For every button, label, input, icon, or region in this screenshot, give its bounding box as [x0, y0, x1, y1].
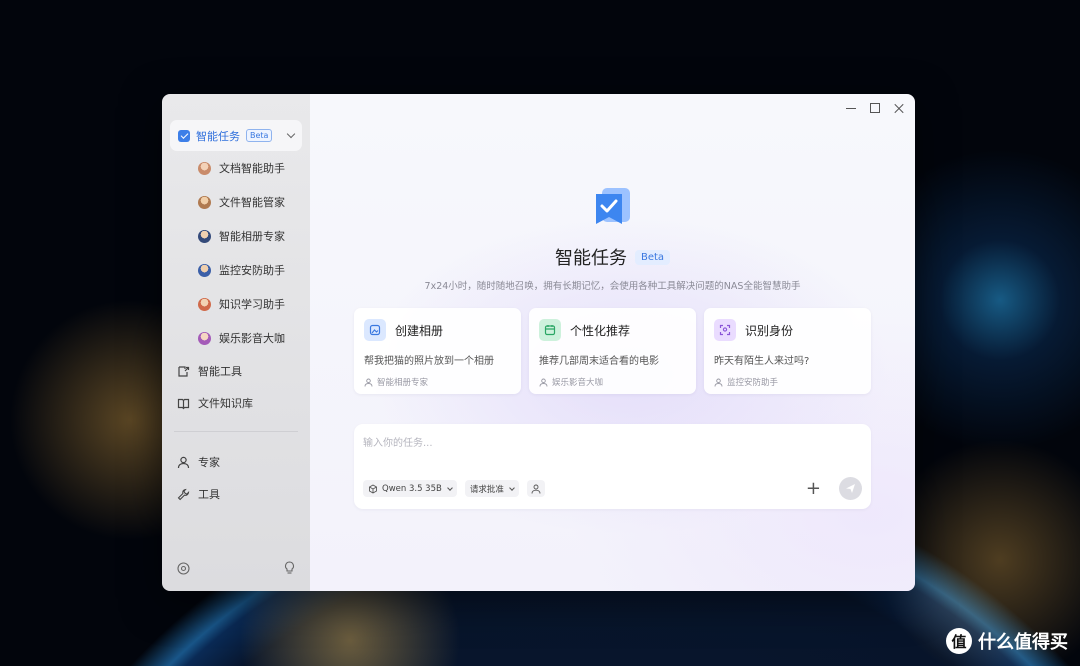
calendar-icon [539, 319, 561, 341]
sidebar-item-knowledge-base[interactable]: 文件知识库 [162, 387, 310, 419]
task-input[interactable]: 输入你的任务... [363, 434, 862, 449]
avatar [198, 331, 211, 345]
task-input-box[interactable]: 输入你的任务... Qwen 3.5 35B 请求批准 + [354, 424, 871, 509]
watermark-text: 什么值得买 [978, 632, 1068, 653]
hero-title-row: 智能任务 Beta [310, 244, 915, 270]
input-toolbar: Qwen 3.5 35B 请求批准 + [363, 477, 862, 500]
card-personal-recommend[interactable]: 个性化推荐 推荐几部周末适合看的电影 娱乐影音大咖 [529, 308, 696, 394]
card-identify[interactable]: 识别身份 昨天有陌生人来过吗? 监控安防助手 [704, 308, 871, 394]
window-controls [845, 102, 905, 114]
sidebar-item-label: 工具 [198, 488, 220, 501]
sidebar-divider [174, 431, 298, 432]
app-window: 智能任务 Beta 文档智能助手 文件智能管家 智能相册专家 监控安防助手 知识… [162, 94, 915, 591]
agent-picker-button[interactable] [526, 480, 545, 497]
watermark-logo: 值 [946, 628, 972, 654]
face-scan-icon [714, 319, 736, 341]
sidebar-item-label: 智能相册专家 [219, 230, 285, 243]
card-create-album[interactable]: 创建相册 帮我把猫的照片放到一个相册 智能相册专家 [354, 308, 521, 394]
card-head: 识别身份 [714, 319, 861, 341]
card-agent-name: 监控安防助手 [727, 378, 779, 388]
maximize-icon[interactable] [869, 102, 881, 114]
suggestion-cards: 创建相册 帮我把猫的照片放到一个相册 智能相册专家 个性化推荐 推荐几部周末适合… [354, 308, 871, 394]
page-subtitle: 7x24小时，随时随地召唤，拥有长期记忆，会使用各种工具解决问题的NAS全能智慧… [424, 281, 801, 292]
avatar [198, 263, 211, 277]
sidebar-item-label: 娱乐影音大咖 [219, 332, 285, 345]
card-title: 创建相册 [395, 323, 444, 338]
card-head: 个性化推荐 [539, 319, 686, 341]
approval-selector[interactable]: 请求批准 [464, 480, 519, 497]
settings-icon[interactable] [177, 560, 190, 579]
person-icon [714, 378, 723, 387]
card-meta: 监控安防助手 [714, 376, 861, 388]
task-check-icon [178, 129, 190, 142]
approval-label: 请求批准 [469, 484, 504, 495]
sidebar-item-file-manager[interactable]: 文件智能管家 [162, 185, 310, 219]
sidebar-item-smart-tools[interactable]: 智能工具 [162, 355, 310, 387]
avatar [198, 297, 211, 311]
wrench-icon [177, 488, 190, 501]
tool-share-icon [177, 365, 190, 378]
card-agent-name: 智能相册专家 [377, 378, 429, 388]
sidebar-item-album-expert[interactable]: 智能相册专家 [162, 219, 310, 253]
sidebar-item-experts[interactable]: 专家 [162, 446, 310, 478]
sidebar-item-doc-assistant[interactable]: 文档智能助手 [162, 151, 310, 185]
sidebar-item-label: 智能工具 [198, 365, 242, 378]
page-title: 智能任务 [554, 248, 627, 269]
minimize-icon[interactable] [845, 102, 857, 114]
main-panel: 智能任务 Beta 7x24小时，随时随地召唤，拥有长期记忆，会使用各种工具解决… [310, 94, 915, 591]
sidebar-item-label: 文件知识库 [198, 397, 253, 410]
card-meta: 智能相册专家 [364, 376, 511, 388]
task-hero-icon [592, 186, 634, 228]
sidebar-item-label: 监控安防助手 [219, 264, 285, 277]
sidebar-item-learning-assistant[interactable]: 知识学习助手 [162, 287, 310, 321]
card-agent-name: 娱乐影音大咖 [552, 378, 604, 388]
chevron-down-icon [509, 484, 515, 491]
card-head: 创建相册 [364, 319, 511, 341]
album-icon [364, 319, 386, 341]
person-icon [177, 456, 190, 469]
sidebar-item-tools[interactable]: 工具 [162, 478, 310, 510]
chevron-down-icon[interactable] [286, 129, 296, 139]
sidebar-item-label: 知识学习助手 [219, 298, 285, 311]
card-description: 推荐几部周末适合看的电影 [539, 356, 659, 367]
sidebar-bottom [177, 560, 296, 579]
avatar [198, 195, 211, 209]
beta-badge: Beta [634, 249, 671, 265]
avatar [198, 161, 211, 175]
sidebar: 智能任务 Beta 文档智能助手 文件智能管家 智能相册专家 监控安防助手 知识… [162, 94, 310, 591]
chevron-down-icon [446, 484, 453, 491]
close-icon[interactable] [893, 102, 905, 114]
book-icon [177, 397, 190, 410]
avatar [198, 229, 211, 243]
lightbulb-icon[interactable] [283, 560, 296, 579]
card-description: 帮我把猫的照片放到一个相册 [364, 356, 494, 367]
sidebar-group-smart-task[interactable]: 智能任务 Beta [170, 120, 302, 151]
model-selector[interactable]: Qwen 3.5 35B [363, 480, 457, 497]
card-description: 昨天有陌生人来过吗? [714, 356, 810, 367]
card-title: 识别身份 [745, 323, 794, 338]
card-title: 个性化推荐 [570, 323, 631, 338]
send-button[interactable] [839, 477, 862, 500]
sidebar-item-security-assistant[interactable]: 监控安防助手 [162, 253, 310, 287]
sidebar-group-label: 智能任务 [196, 129, 240, 143]
sidebar-item-label: 文件智能管家 [219, 196, 285, 209]
watermark: 值 什么值得买 [946, 628, 1068, 654]
beta-badge: Beta [246, 129, 273, 142]
add-attachment-button[interactable]: + [806, 479, 821, 498]
sidebar-item-media-expert[interactable]: 娱乐影音大咖 [162, 321, 310, 355]
cube-icon [369, 483, 377, 494]
sidebar-item-label: 专家 [198, 456, 220, 469]
person-icon [539, 378, 548, 387]
send-icon [846, 484, 855, 493]
person-icon [531, 484, 541, 494]
sidebar-item-label: 文档智能助手 [219, 162, 285, 175]
person-icon [364, 378, 373, 387]
card-meta: 娱乐影音大咖 [539, 376, 686, 388]
model-name: Qwen 3.5 35B [382, 483, 442, 494]
